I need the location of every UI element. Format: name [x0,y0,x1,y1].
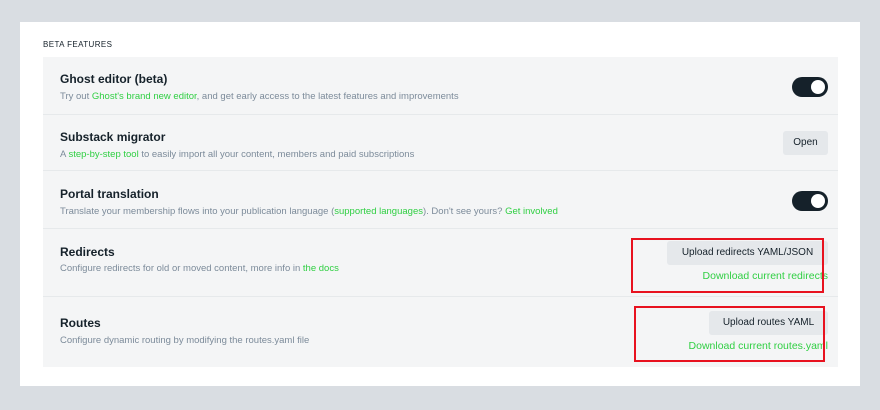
row-description: A step-by-step tool to easily import all… [60,149,414,160]
toggle-knob [811,194,825,208]
row-title: Substack migrator [60,130,166,144]
row-description: Translate your membership flows into you… [60,206,558,217]
portal-translation-toggle[interactable] [792,191,828,211]
row-title: Redirects [60,245,115,259]
row-substack-migrator: Substack migrator A step-by-step tool to… [43,115,838,171]
the-docs-link[interactable]: the docs [303,263,339,274]
redirects-highlight-box [631,238,824,293]
desc-text: Try out [60,91,92,102]
row-portal-translation: Portal translation Translate your member… [43,171,838,229]
row-description: Configure redirects for old or moved con… [60,263,339,274]
supported-languages-link[interactable]: supported languages [334,206,423,217]
section-title: BETA FEATURES [43,40,113,49]
desc-text: Configure redirects for old or moved con… [60,263,303,274]
ghost-editor-link[interactable]: Ghost's brand new editor [92,91,197,102]
get-involved-link[interactable]: Get involved [505,206,558,217]
routes-highlight-box [634,306,825,362]
row-title: Portal translation [60,187,159,201]
row-description: Configure dynamic routing by modifying t… [60,335,310,346]
open-button[interactable]: Open [783,131,828,155]
row-ghost-editor: Ghost editor (beta) Try out Ghost's bran… [43,57,838,115]
row-title: Ghost editor (beta) [60,72,168,86]
desc-text: , and get early access to the latest fea… [196,91,459,102]
desc-text: Translate your membership flows into you… [60,206,335,217]
desc-text: ). Don't see yours? [422,206,506,217]
toggle-knob [811,80,825,94]
step-by-step-tool-link[interactable]: step-by-step tool [68,149,138,160]
ghost-editor-toggle[interactable] [792,77,828,97]
row-description: Try out Ghost's brand new editor, and ge… [60,91,459,102]
row-title: Routes [60,316,101,330]
desc-text: to easily import all your content, membe… [138,149,415,160]
